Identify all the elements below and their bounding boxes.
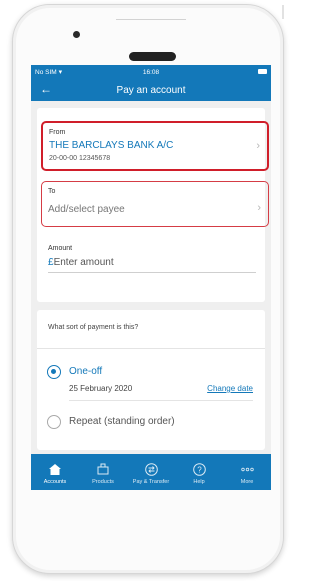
divider [37,348,265,349]
tab-help[interactable]: ? Help [175,454,223,490]
amount-input[interactable]: £Enter amount [48,257,256,273]
camera [73,31,80,38]
page-title: Pay an account [116,84,186,96]
repeat-radio[interactable] [47,415,61,429]
more-icon [240,462,254,476]
to-label: To [48,188,56,195]
home-icon [49,462,61,476]
chevron-right-icon: › [256,140,260,152]
from-label: From [49,129,66,136]
tab-products[interactable]: Products [79,454,127,490]
change-date-link[interactable]: Change date [207,384,253,393]
products-icon [97,462,109,476]
amount-placeholder: Enter amount [53,257,114,268]
battery-icon [258,69,267,74]
tab-label: Accounts [43,479,67,485]
divider [69,400,253,401]
chevron-right-icon: › [257,202,261,214]
to-placeholder: Add/select payee [48,204,125,215]
tab-more[interactable]: More [223,454,271,490]
help-icon: ? [192,462,206,476]
back-arrow-icon[interactable]: ← [40,82,52,96]
payment-type-card: What sort of payment is this? One-off 25… [37,310,265,450]
from-account-name: THE BARCLAYS BANK A/C [49,140,174,151]
amount-label: Amount [48,245,73,252]
status-time: 16:08 [142,68,160,76]
repeat-label[interactable]: Repeat (standing order) [69,416,175,427]
side-button [282,5,284,19]
tab-label: Products [92,479,114,485]
one-off-label[interactable]: One-off [69,366,102,377]
app-screen: No SIM ▾ 16:08 ← Pay an account From THE… [31,65,271,490]
tab-label: Pay & Transfer [132,479,170,485]
one-off-radio[interactable] [47,365,61,379]
bottom-tab-bar: Accounts Products Pay & Transfer ? Help … [31,454,271,490]
from-account-details: 20-00-00 12345678 [49,155,111,162]
status-bar: No SIM ▾ 16:08 [31,65,271,79]
tab-accounts[interactable]: Accounts [31,454,79,490]
from-account-field[interactable]: From THE BARCLAYS BANK A/C 20-00-00 1234… [41,121,269,171]
transfer-icon [144,462,158,476]
speaker [129,52,176,61]
payment-date: 25 February 2020 [69,384,133,393]
top-edge [116,19,186,20]
tab-pay-transfer[interactable]: Pay & Transfer [127,454,175,490]
svg-text:?: ? [197,465,202,474]
payment-details-card: From THE BARCLAYS BANK A/C 20-00-00 1234… [37,108,269,302]
tab-label: More [240,479,254,485]
tab-label: Help [193,479,205,485]
payment-type-question: What sort of payment is this? [48,324,139,331]
nav-bar: ← Pay an account [31,79,271,101]
to-payee-field[interactable]: To Add/select payee › [41,181,269,227]
